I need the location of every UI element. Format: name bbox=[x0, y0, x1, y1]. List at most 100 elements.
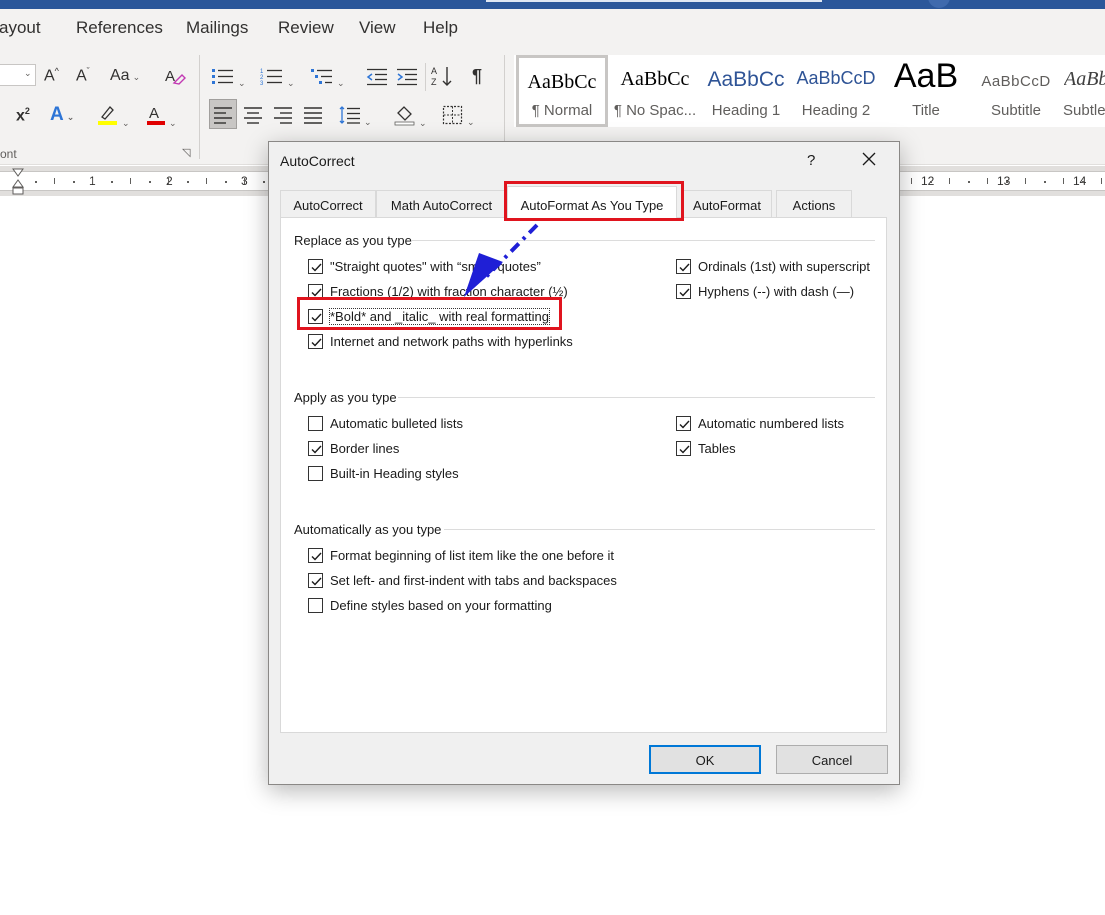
option-label: Built-in Heading styles bbox=[330, 466, 459, 481]
ok-button[interactable]: OK bbox=[649, 745, 761, 774]
superscript-icon[interactable]: x2 bbox=[16, 107, 30, 124]
option-heading-styles[interactable]: Built-in Heading styles bbox=[308, 466, 459, 481]
show-formatting-marks-icon[interactable]: ¶ bbox=[472, 67, 482, 85]
option-border-lines[interactable]: Border lines bbox=[308, 441, 399, 456]
change-case-icon[interactable]: Aa ⌄ bbox=[110, 68, 140, 84]
checkbox[interactable] bbox=[308, 416, 323, 431]
font-color-button[interactable]: A ⌄ bbox=[146, 104, 177, 130]
checkbox[interactable] bbox=[676, 259, 691, 274]
font-dialog-launcher-icon[interactable]: ◹ bbox=[182, 148, 190, 159]
tab-autoformat-as-you-type[interactable]: AutoFormat As You Type bbox=[507, 186, 677, 218]
shading-icon[interactable]: ⌄ bbox=[394, 104, 427, 130]
ruler-tick bbox=[206, 178, 207, 184]
ruler-tick bbox=[54, 178, 55, 184]
divider bbox=[425, 63, 426, 91]
search-box[interactable] bbox=[486, 0, 822, 2]
align-center-icon[interactable] bbox=[243, 106, 263, 128]
cancel-button[interactable]: Cancel bbox=[776, 745, 888, 774]
borders-icon[interactable]: ⌄ bbox=[442, 105, 475, 129]
tab-layout[interactable]: ayout bbox=[0, 18, 41, 38]
line-spacing-icon[interactable]: ⌄ bbox=[339, 105, 372, 129]
option-fractions[interactable]: Fractions (1/2) with fraction character … bbox=[308, 284, 568, 299]
dialog-title: AutoCorrect bbox=[280, 153, 355, 169]
decrease-indent-icon[interactable] bbox=[366, 66, 388, 90]
option-hyperlinks[interactable]: Internet and network paths with hyperlin… bbox=[308, 334, 573, 349]
checkbox[interactable] bbox=[676, 441, 691, 456]
tab-references[interactable]: References bbox=[76, 18, 163, 38]
sort-icon[interactable]: AZ bbox=[431, 65, 455, 91]
option-list-item-format[interactable]: Format beginning of list item like the o… bbox=[308, 548, 614, 563]
tab-panel: Replace as you type "Straight quotes" wi… bbox=[280, 217, 887, 733]
style-subtle[interactable]: AaBb Subtle bbox=[1061, 55, 1105, 127]
style-heading-1[interactable]: AaBbCc Heading 1 bbox=[701, 55, 791, 127]
style-no-spacing[interactable]: AaBbCc ¶ No Spac... bbox=[609, 55, 701, 127]
styles-gallery: AaBbCc ¶ Normal AaBbCc ¶ No Spac... AaBb… bbox=[514, 55, 1105, 127]
svg-text:3: 3 bbox=[260, 81, 264, 86]
checkbox[interactable] bbox=[308, 573, 323, 588]
option-define-styles[interactable]: Define styles based on your formatting bbox=[308, 598, 552, 613]
checkbox[interactable] bbox=[308, 548, 323, 563]
ruler-number: 12 bbox=[921, 174, 935, 188]
text-effects-icon[interactable]: A ⌄ bbox=[50, 105, 74, 124]
svg-text:A: A bbox=[431, 66, 437, 76]
align-left-icon[interactable] bbox=[213, 106, 233, 128]
account-avatar[interactable] bbox=[928, 0, 950, 8]
tab-view[interactable]: View bbox=[359, 18, 396, 38]
style-name: ¶ No Spac... bbox=[613, 102, 697, 119]
ruler-tick bbox=[930, 181, 932, 183]
option-numbered-lists[interactable]: Automatic numbered lists bbox=[676, 416, 844, 431]
checkbox[interactable] bbox=[308, 441, 323, 456]
option-label: Internet and network paths with hyperlin… bbox=[330, 334, 573, 349]
checkbox[interactable] bbox=[308, 284, 323, 299]
chevron-down-icon: ⌄ bbox=[24, 68, 32, 78]
ruler-number: 2 bbox=[166, 174, 173, 188]
option-label: Ordinals (1st) with superscript bbox=[698, 259, 870, 274]
option-bulleted-lists[interactable]: Automatic bulleted lists bbox=[308, 416, 463, 431]
font-size-box[interactable]: ⌄ bbox=[0, 64, 36, 86]
clear-formatting-icon[interactable]: A bbox=[164, 66, 186, 90]
align-right-icon[interactable] bbox=[273, 106, 293, 128]
option-tables[interactable]: Tables bbox=[676, 441, 736, 456]
option-indent-tabs[interactable]: Set left- and first-indent with tabs and… bbox=[308, 573, 617, 588]
checkbox[interactable] bbox=[308, 309, 323, 324]
checkbox[interactable] bbox=[308, 259, 323, 274]
help-button[interactable]: ? bbox=[807, 152, 815, 169]
group-divider bbox=[199, 55, 200, 159]
style-title[interactable]: AaB Title bbox=[881, 55, 971, 127]
tab-actions[interactable]: Actions bbox=[776, 190, 852, 217]
option-hyphens[interactable]: Hyphens (--) with dash (—) bbox=[676, 284, 854, 299]
tab-mailings[interactable]: Mailings bbox=[186, 18, 248, 38]
tab-autocorrect[interactable]: AutoCorrect bbox=[280, 190, 376, 217]
option-smart-quotes[interactable]: "Straight quotes" with “smart quotes” bbox=[308, 259, 541, 274]
shrink-font-icon[interactable]: Aˇ bbox=[76, 67, 90, 84]
option-ordinals[interactable]: Ordinals (1st) with superscript bbox=[676, 259, 870, 274]
ruler-number: 14 bbox=[1073, 174, 1087, 188]
tab-math-autocorrect[interactable]: Math AutoCorrect bbox=[376, 190, 507, 217]
indent-marker-icon[interactable] bbox=[12, 168, 24, 196]
bullets-icon[interactable]: ⌄ bbox=[211, 66, 246, 90]
section-replace-heading: Replace as you type bbox=[294, 233, 412, 248]
justify-icon[interactable] bbox=[303, 106, 323, 128]
grow-font-icon[interactable]: A^ bbox=[44, 67, 59, 84]
option-bold-italic[interactable]: *Bold* and _italic_ with real formatting bbox=[308, 308, 550, 325]
checkbox[interactable] bbox=[676, 416, 691, 431]
style-heading-2[interactable]: AaBbCcD Heading 2 bbox=[791, 55, 881, 127]
increase-indent-icon[interactable] bbox=[396, 66, 418, 90]
checkbox[interactable] bbox=[308, 466, 323, 481]
numbering-icon[interactable]: 1 2 3 ⌄ bbox=[260, 66, 295, 90]
close-icon[interactable] bbox=[858, 148, 880, 170]
highlight-color-button[interactable]: ⌄ bbox=[97, 104, 130, 130]
checkbox[interactable] bbox=[308, 598, 323, 613]
tab-autoformat[interactable]: AutoFormat bbox=[682, 190, 772, 217]
tab-review[interactable]: Review bbox=[278, 18, 334, 38]
multilevel-list-icon[interactable]: ⌄ bbox=[310, 66, 345, 90]
option-label: Set left- and first-indent with tabs and… bbox=[330, 573, 617, 588]
option-label: Automatic numbered lists bbox=[698, 416, 844, 431]
style-normal[interactable]: AaBbCc ¶ Normal bbox=[516, 55, 608, 127]
checkbox[interactable] bbox=[676, 284, 691, 299]
ruler-tick bbox=[1063, 178, 1064, 184]
checkbox[interactable] bbox=[308, 334, 323, 349]
tab-help[interactable]: Help bbox=[423, 18, 458, 38]
option-label: Fractions (1/2) with fraction character … bbox=[330, 284, 568, 299]
style-subtitle[interactable]: AaBbCcD Subtitle bbox=[971, 55, 1061, 127]
